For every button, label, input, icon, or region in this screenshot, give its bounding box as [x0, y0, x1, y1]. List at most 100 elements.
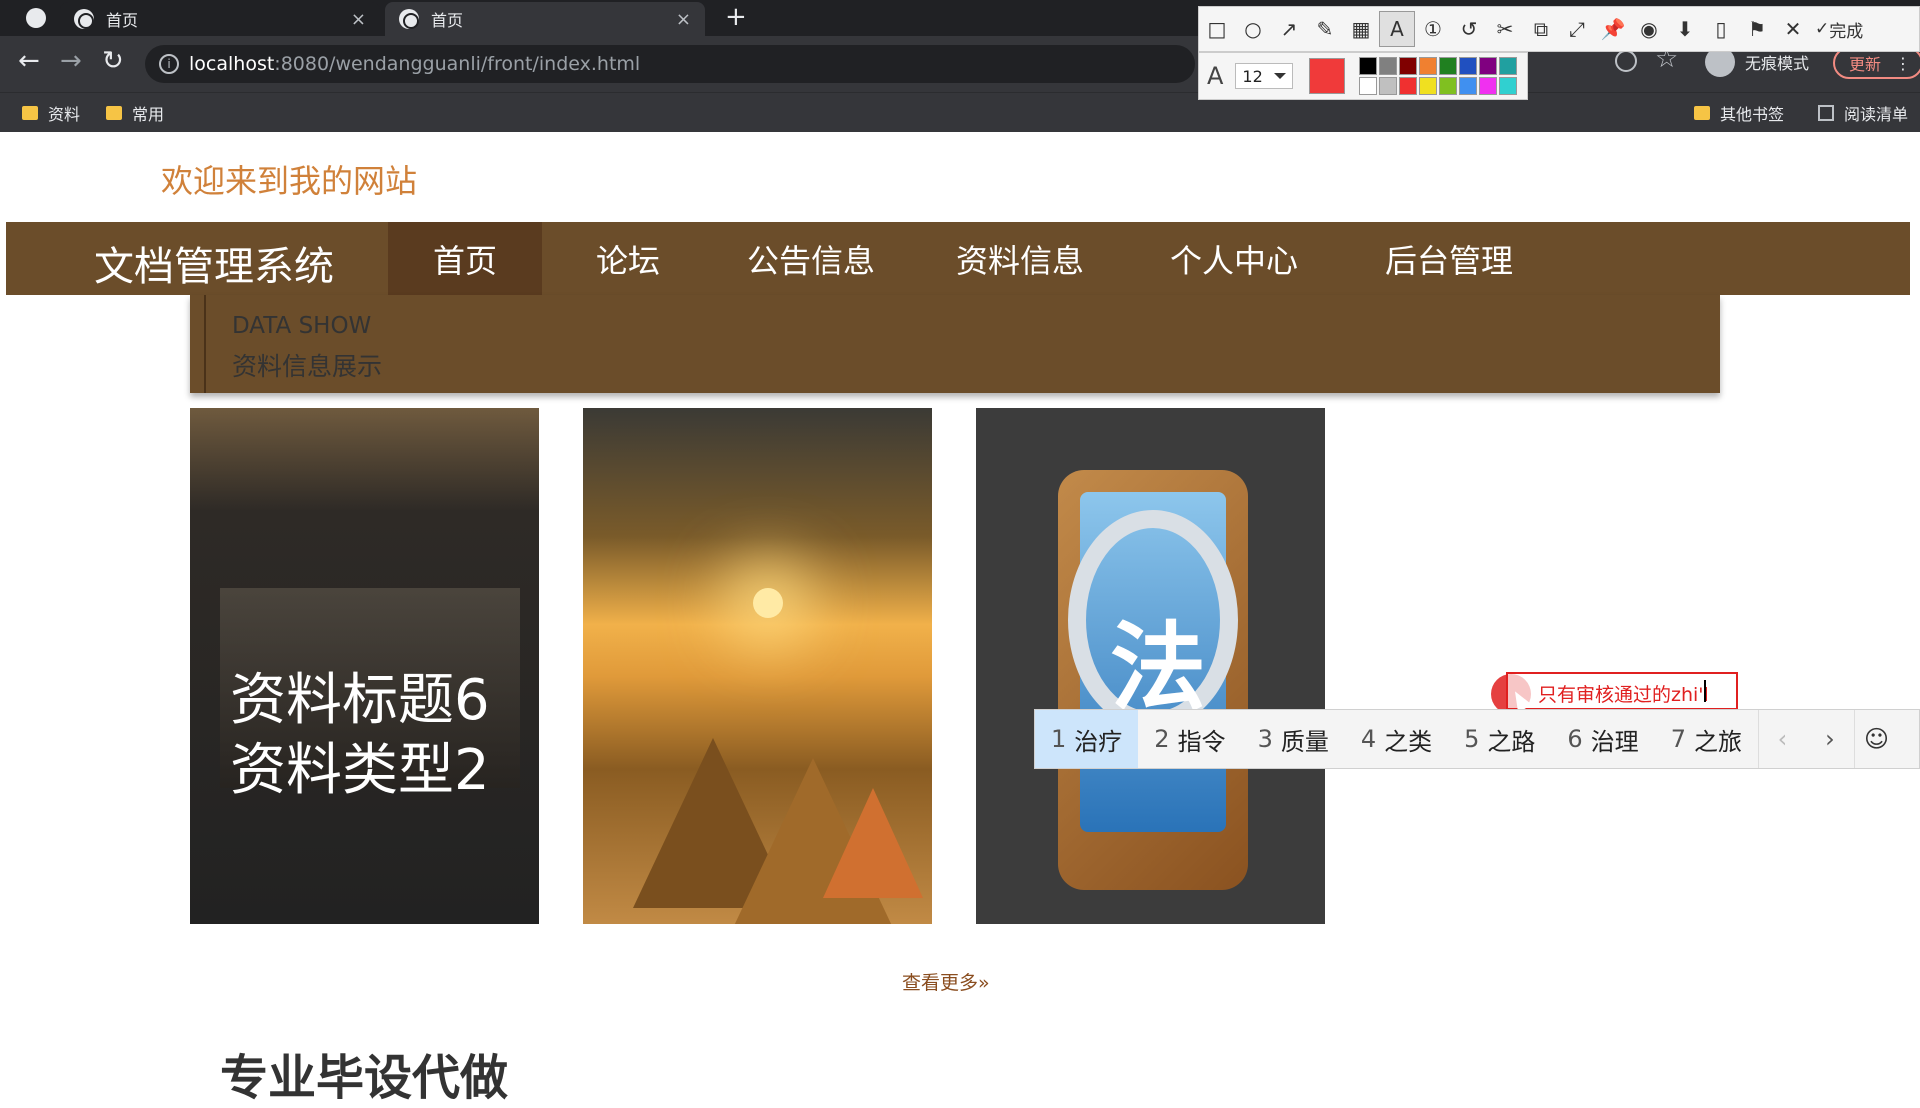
bookmark-label: 常用: [132, 105, 165, 124]
new-tab-button[interactable]: +: [725, 2, 747, 32]
section-header: DATA SHOW 资料信息展示: [190, 295, 1720, 393]
nav-forum[interactable]: 论坛: [561, 222, 695, 295]
screenshot-tool-9-icon[interactable]: ⧉: [1523, 11, 1559, 47]
color-swatch[interactable]: [1359, 77, 1378, 95]
url-host: localhost: [189, 53, 275, 75]
tab-1[interactable]: 首页 ×: [60, 2, 380, 36]
screenshot-tool-1-icon[interactable]: ○: [1235, 11, 1271, 47]
screenshot-tool-15-icon[interactable]: ⚑: [1739, 11, 1775, 47]
annotation-text-box[interactable]: 只有审核通过的zhi'l: [1506, 672, 1738, 710]
current-color-swatch[interactable]: [1309, 58, 1346, 94]
tab-title: 首页: [106, 11, 139, 30]
bookmarks-bar: 资料 常用 其他书签 阅读清单: [0, 92, 1920, 132]
color-swatch[interactable]: [1379, 77, 1398, 95]
close-icon[interactable]: ×: [676, 9, 691, 30]
bookmark-folder-changyong[interactable]: 常用: [106, 101, 164, 125]
ime-prev-button[interactable]: ‹: [1757, 710, 1806, 768]
other-bookmarks[interactable]: 其他书签: [1694, 101, 1784, 125]
forward-button[interactable]: →: [60, 46, 82, 76]
folder-icon: [106, 106, 122, 120]
color-swatch[interactable]: [1459, 77, 1478, 95]
color-swatch[interactable]: [1399, 77, 1418, 95]
done-button[interactable]: ✓ 完成: [1815, 17, 1863, 42]
view-more-label: 查看更多: [902, 972, 979, 994]
color-swatch[interactable]: [1379, 57, 1398, 75]
color-swatch[interactable]: [1439, 77, 1458, 95]
nav-personal-center[interactable]: 个人中心: [1149, 222, 1319, 295]
screenshot-tool-2-icon[interactable]: ↗: [1271, 11, 1307, 47]
color-swatch[interactable]: [1499, 57, 1518, 75]
screenshot-tool-10-icon[interactable]: ⤢: [1559, 11, 1595, 47]
ime-candidate-word: 治理: [1590, 727, 1639, 756]
ime-candidate[interactable]: 1 治疗: [1035, 710, 1139, 768]
ime-candidate-word: 治疗: [1074, 727, 1123, 756]
screenshot-tool-8-icon[interactable]: ✂: [1487, 11, 1523, 47]
view-more-link[interactable]: 查看更多»: [902, 968, 990, 995]
ime-candidate-word: 之类: [1384, 727, 1433, 756]
screenshot-tool-11-icon[interactable]: 📌: [1595, 11, 1631, 47]
welcome-text: 欢迎来到我的网站: [161, 162, 418, 200]
info-icon[interactable]: i: [159, 54, 179, 74]
menu-icon[interactable]: ⋮: [1895, 54, 1911, 73]
screenshot-tool-12-icon[interactable]: ◉: [1631, 11, 1667, 47]
emoji-icon[interactable]: ☺: [1853, 710, 1898, 768]
annotation-text: 只有审核通过的zhi'l: [1538, 684, 1709, 706]
color-swatch[interactable]: [1479, 57, 1498, 75]
nav-admin[interactable]: 后台管理: [1364, 222, 1534, 295]
bookmark-folder-ziliao[interactable]: 资料: [22, 101, 80, 125]
ime-candidate-word: 之旅: [1693, 727, 1742, 756]
ime-candidate[interactable]: 4 之类: [1345, 710, 1448, 768]
nav-announcements[interactable]: 公告信息: [726, 222, 896, 295]
color-swatch[interactable]: [1359, 57, 1378, 75]
color-swatch[interactable]: [1399, 57, 1418, 75]
ime-candidate-number: 2: [1154, 725, 1170, 753]
material-card[interactable]: 法: [976, 408, 1325, 924]
screenshot-tool-13-icon[interactable]: ⬇: [1667, 11, 1703, 47]
site-logo[interactable]: 文档管理系统: [94, 234, 334, 292]
pyramid-shape: [823, 788, 923, 898]
ime-candidate-number: 1: [1051, 725, 1067, 753]
font-size-select[interactable]: 12: [1235, 63, 1294, 89]
material-card[interactable]: [583, 408, 932, 924]
close-icon[interactable]: ×: [351, 9, 366, 30]
check-icon: ✓: [1815, 19, 1830, 39]
ime-candidate[interactable]: 6 治理: [1551, 710, 1654, 768]
ime-candidate-word: 之路: [1487, 727, 1536, 756]
ime-candidate[interactable]: 5 之路: [1448, 710, 1551, 768]
screenshot-tool-6-icon[interactable]: ①: [1415, 11, 1451, 47]
nav-materials[interactable]: 资料信息: [935, 222, 1105, 295]
ime-candidate-number: 4: [1360, 725, 1377, 753]
screenshot-tool-5-icon[interactable]: A: [1379, 11, 1415, 47]
url-input[interactable]: i localhost:8080/wendangguanli/front/ind…: [145, 45, 1195, 83]
zoom-icon[interactable]: [1615, 50, 1637, 72]
card-type: 资料类型2: [230, 738, 490, 803]
done-label: 完成: [1829, 21, 1864, 42]
nav-home[interactable]: 首页: [388, 222, 542, 295]
tab-2[interactable]: 首页 ×: [385, 2, 705, 36]
section-title-en: DATA SHOW: [232, 313, 372, 339]
color-swatch[interactable]: [1419, 77, 1438, 95]
reload-button[interactable]: ↻: [102, 46, 124, 76]
screenshot-tool-16-icon[interactable]: ✕: [1775, 11, 1811, 47]
screenshot-tool-0-icon[interactable]: □: [1199, 11, 1235, 47]
color-swatch[interactable]: [1439, 57, 1458, 75]
material-card[interactable]: 资料标题6 资料类型2: [190, 408, 539, 924]
ime-candidate[interactable]: 3 质量: [1242, 710, 1345, 768]
screenshot-tool-7-icon[interactable]: ↺: [1451, 11, 1487, 47]
screenshot-tool-4-icon[interactable]: ▦: [1343, 11, 1379, 47]
ime-next-button[interactable]: ›: [1806, 710, 1854, 768]
globe-icon: [26, 8, 46, 28]
color-swatch[interactable]: [1479, 77, 1498, 95]
color-swatch[interactable]: [1419, 57, 1438, 75]
ime-candidate-bar: 1 治疗 2 指令 3 质量 4 之类 5 之路 6 治理 7 之旅 ‹ › ☺: [1034, 709, 1920, 769]
card-caption: 资料标题6 资料类型2: [230, 666, 490, 806]
ime-candidate-number: 5: [1464, 725, 1480, 753]
screenshot-tool-14-icon[interactable]: ▯: [1703, 11, 1739, 47]
screenshot-tool-3-icon[interactable]: ✎: [1307, 11, 1343, 47]
ime-candidate[interactable]: 7 之旅: [1655, 710, 1758, 768]
color-swatch[interactable]: [1499, 77, 1518, 95]
back-button[interactable]: ←: [18, 46, 40, 76]
reading-list[interactable]: 阅读清单: [1818, 101, 1908, 125]
ime-candidate[interactable]: 2 指令: [1138, 710, 1241, 768]
color-swatch[interactable]: [1459, 57, 1478, 75]
